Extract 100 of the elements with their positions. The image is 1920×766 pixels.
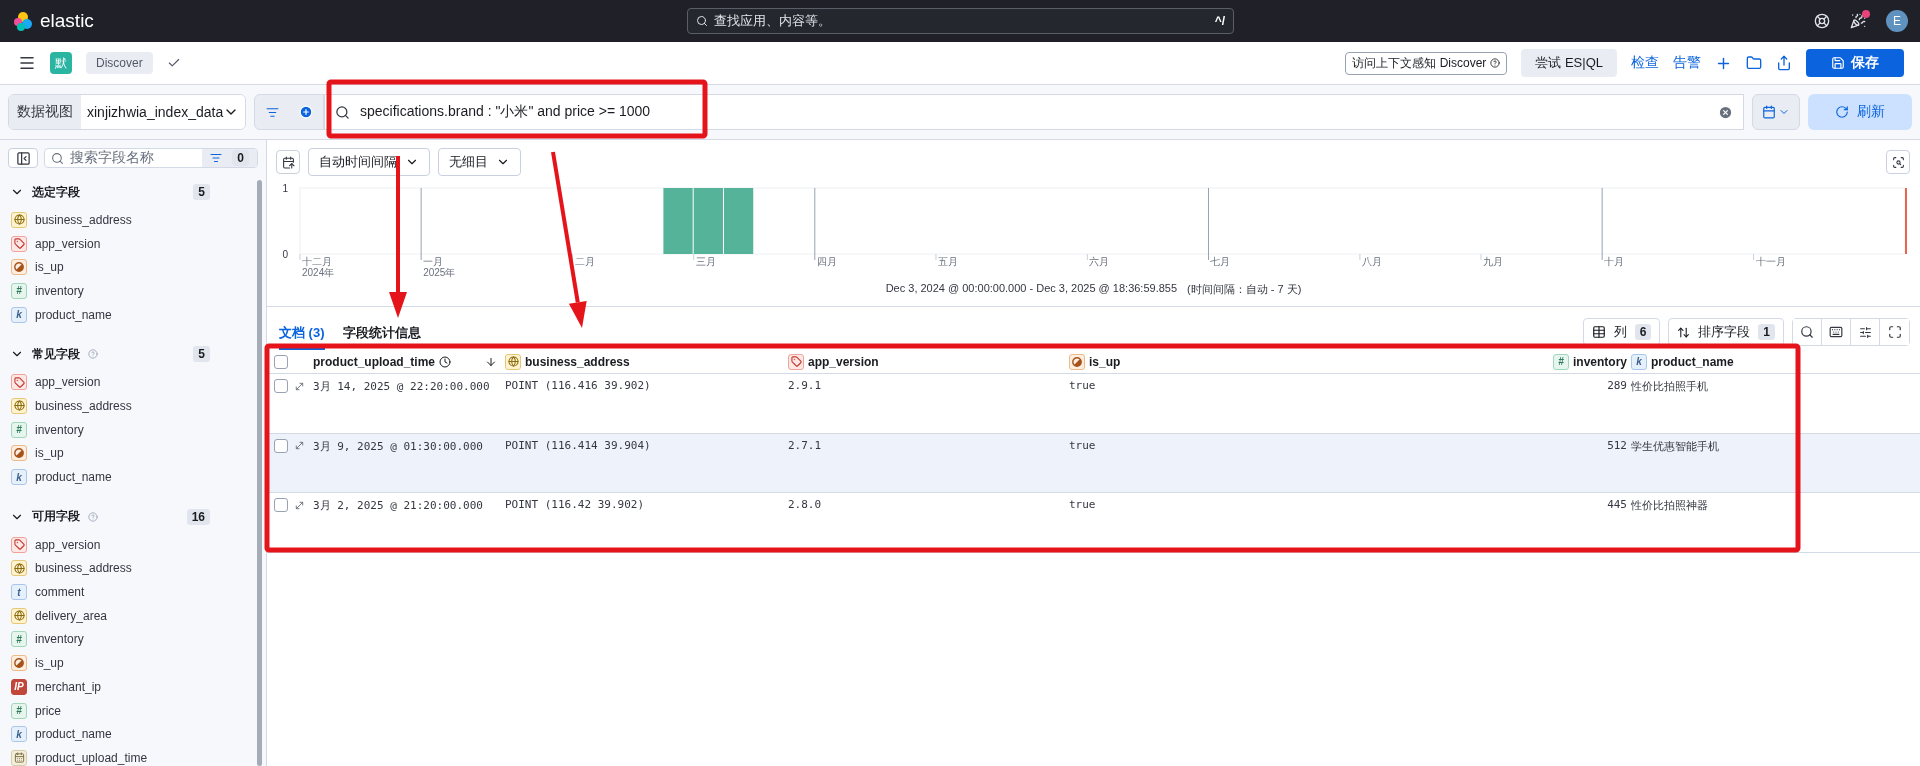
column-header[interactable]: product_upload_time <box>313 354 505 369</box>
field-search-placeholder: 搜索字段名称 <box>70 149 154 167</box>
field-item[interactable]: # price <box>8 698 208 723</box>
section-title[interactable]: 常见字段 <box>32 345 80 363</box>
expand-icon[interactable] <box>294 499 305 511</box>
column-header[interactable]: business_address <box>505 353 788 370</box>
section-title[interactable]: 选定字段 <box>32 183 80 201</box>
nav-link[interactable]: 检查 <box>1631 54 1659 72</box>
x-tick-label: 三月 <box>695 256 716 267</box>
filter-icon[interactable] <box>210 152 223 164</box>
select-all-checkbox[interactable] <box>274 354 288 369</box>
filter-icon[interactable] <box>265 105 279 119</box>
x-tick-label: 九月 <box>1483 256 1504 267</box>
field-item[interactable]: is_up <box>8 255 208 280</box>
columns-button[interactable]: 列 6 <box>1582 318 1661 346</box>
search-icon <box>696 15 708 27</box>
refresh-button[interactable]: 刷新 <box>1808 94 1912 130</box>
logo-text[interactable]: elastic <box>40 10 94 32</box>
fullscreen-icon <box>1887 325 1902 339</box>
field-count: 16 <box>186 508 210 525</box>
interval-dropdown[interactable]: 自动时间间隔 <box>308 148 430 176</box>
field-item[interactable]: # inventory <box>8 627 208 652</box>
field-item[interactable]: is_up <box>8 441 208 466</box>
table-cell-text: 2.7.1 <box>788 438 823 452</box>
table-row[interactable]: 3月 9, 2025 @ 01:30:00.000 POINT (116.414 39.904) 2.7.1 true 512 学生优惠智能手机 <box>267 433 1920 493</box>
query-field[interactable]: specifications.brand : "小米" and price >= 1000 <box>324 94 1744 130</box>
globe-icon <box>11 607 27 624</box>
row-checkbox[interactable] <box>274 379 288 393</box>
column-header[interactable]: app_version <box>788 353 1069 370</box>
settings-icon <box>1858 325 1872 339</box>
expand-icon[interactable] <box>294 380 305 392</box>
expand-icon[interactable] <box>294 440 305 451</box>
breadcrumb[interactable]: Discover <box>86 52 153 74</box>
keyword-type-icon: k <box>11 726 27 743</box>
field-item[interactable]: business_address <box>8 394 208 418</box>
global-search-field[interactable]: 查找应用、内容等。 ^/ <box>687 8 1234 34</box>
calendar-icon <box>281 155 295 169</box>
y-tick-label: 0 <box>282 249 288 260</box>
column-header[interactable]: is_up <box>1069 353 1535 370</box>
x-tick-label: 十一月 <box>1755 256 1786 267</box>
share-icon[interactable] <box>1776 55 1792 71</box>
tag-icon <box>11 374 27 391</box>
field-item[interactable]: IP merchant_ip <box>8 675 208 699</box>
interval-note: (时间间隔：自动 - 7 天) <box>1187 282 1302 297</box>
logo-icon[interactable] <box>12 10 34 32</box>
row-checkbox[interactable] <box>274 498 288 512</box>
field-item[interactable]: # inventory <box>8 279 208 303</box>
x-tick-label: 一月 2025年 <box>423 256 456 278</box>
table-cell-text: 445 <box>1606 498 1628 511</box>
table-cell-text: POINT (116.416 39.902) <box>505 379 652 392</box>
sort-descending-icon[interactable] <box>485 355 497 368</box>
field-item[interactable]: app_version <box>8 231 208 256</box>
search-button[interactable] <box>1793 319 1822 345</box>
field-item[interactable]: k product_name <box>8 302 208 327</box>
half-circle-icon <box>11 445 27 462</box>
field-item[interactable]: business_address <box>8 556 208 581</box>
table-cell-text: true <box>1069 498 1097 511</box>
x-tick-label: 十二月 2024年 <box>302 256 335 278</box>
data-view-picker[interactable]: 数据视图 xinjizhwia_index_data <box>8 94 246 130</box>
sort-fields-button[interactable]: 排序字段 1 <box>1668 318 1784 346</box>
nav-link[interactable]: 告警 <box>1673 54 1701 72</box>
field-item[interactable]: business_address <box>8 208 208 232</box>
add-filter-icon[interactable] <box>299 105 313 119</box>
calendar-icon <box>1762 105 1776 119</box>
section-title[interactable]: 可用字段 <box>32 508 80 526</box>
field-item[interactable]: k product_name <box>8 465 208 489</box>
column-header[interactable]: # inventory <box>1535 353 1631 370</box>
field-item[interactable]: # inventory <box>8 417 208 442</box>
context-aware-discover-button[interactable]: 访问上下文感知 Discover <box>1345 51 1508 75</box>
field-item[interactable]: k product_name <box>8 722 208 747</box>
clear-icon[interactable] <box>1718 104 1733 120</box>
column-header[interactable]: k product_name <box>1631 353 1920 370</box>
try-esql-button[interactable]: 尝试 ES|QL <box>1521 49 1617 77</box>
date-picker-button[interactable] <box>1752 94 1800 130</box>
field-item[interactable]: t comment <box>8 580 208 604</box>
field-item[interactable]: is_up <box>8 651 208 675</box>
inspect-button[interactable] <box>1886 150 1910 174</box>
menu-icon[interactable] <box>18 54 36 72</box>
field-item[interactable]: product_upload_time <box>8 746 208 766</box>
row-checkbox[interactable] <box>274 438 288 453</box>
tab[interactable]: 字段统计信息 <box>342 324 421 350</box>
number-type-icon: # <box>11 702 27 719</box>
search-icon <box>1800 325 1814 339</box>
x-tick-label: 十月 <box>1604 256 1625 267</box>
shortcut-hint: ^/ <box>1214 14 1225 28</box>
field-search-field[interactable]: 搜索字段名称 0 <box>44 148 258 168</box>
folder-icon[interactable] <box>1746 55 1762 71</box>
field-item[interactable]: delivery_area <box>8 603 208 628</box>
table-cell-text: true <box>1069 438 1097 452</box>
collapse-sidebar-button[interactable] <box>8 148 38 168</box>
field-item[interactable]: app_version <box>8 370 208 395</box>
breakdown-dropdown[interactable]: 无细目 <box>438 148 521 176</box>
search-icon <box>51 151 64 165</box>
field-item[interactable]: app_version <box>8 532 208 557</box>
tab[interactable]: 文档 (3) <box>279 324 325 350</box>
keyword-type-icon: k <box>11 306 27 323</box>
globe-icon <box>11 397 27 414</box>
scrollbar[interactable] <box>257 180 262 766</box>
chart-options-button[interactable] <box>276 150 300 174</box>
save-button[interactable]: 保存 <box>1806 49 1904 77</box>
